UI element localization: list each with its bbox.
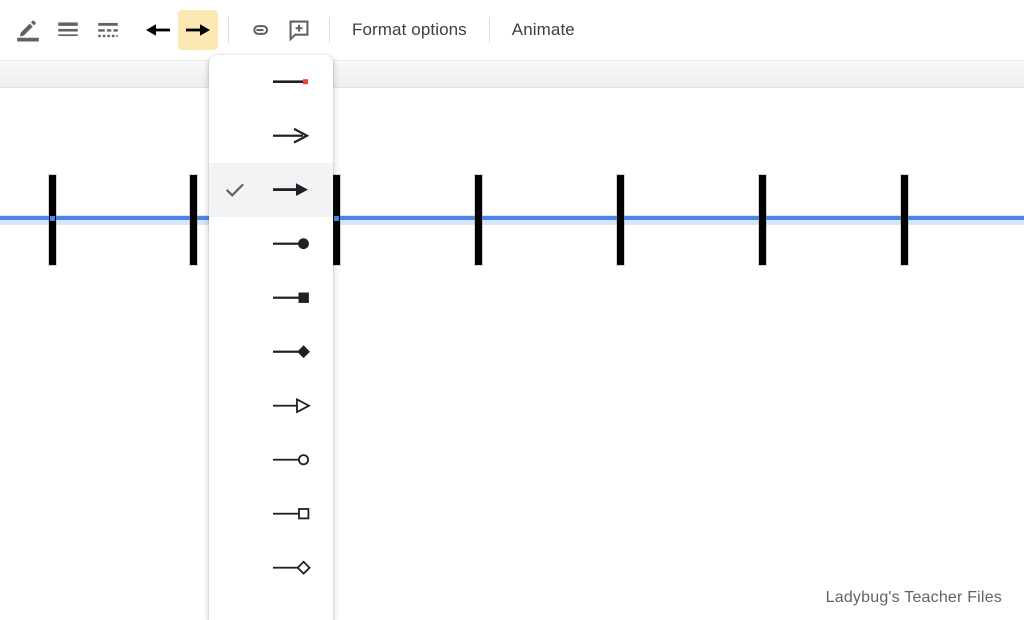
line-start-button[interactable] [138, 10, 178, 50]
menu-glyph-slot [261, 395, 333, 417]
menu-glyph-slot [261, 71, 333, 93]
ruler-strip[interactable] [0, 62, 1024, 88]
arrow-hollow-icon [273, 397, 311, 414]
menu-item-circle-filled[interactable] [209, 217, 333, 271]
menu-item-arrow-filled[interactable] [209, 163, 333, 217]
tick-mark[interactable] [190, 175, 197, 265]
menu-item-diamond-filled[interactable] [209, 325, 333, 379]
line-end-dropdown-menu[interactable] [209, 55, 333, 620]
border-dash-icon [98, 22, 118, 38]
add-comment-button[interactable] [279, 10, 319, 50]
comment-plus-icon [289, 20, 309, 42]
border-weight-button[interactable] [48, 10, 88, 50]
line-handle[interactable] [334, 216, 339, 221]
line-end-icon [186, 24, 210, 36]
line-none-icon [273, 79, 308, 85]
circle-hollow-icon [273, 454, 309, 466]
menu-glyph-slot [261, 233, 333, 255]
line-end-button[interactable] [178, 10, 218, 50]
drawing-toolbar: Format options Animate [0, 0, 1024, 61]
border-dash-button[interactable] [88, 10, 128, 50]
square-filled-icon [273, 292, 309, 303]
format-options-button[interactable]: Format options [340, 13, 479, 47]
slide-canvas[interactable]: Ladybug's Teacher Files [0, 89, 1024, 615]
insert-link-button[interactable] [239, 10, 279, 50]
menu-item-none[interactable] [209, 55, 333, 109]
menu-glyph-slot [261, 503, 333, 525]
tick-mark[interactable] [901, 175, 908, 265]
arrow-open-icon [273, 127, 310, 144]
menu-glyph-slot [261, 449, 333, 471]
link-icon [253, 25, 269, 35]
circle-filled-icon [273, 238, 309, 250]
line-handle[interactable] [50, 216, 55, 221]
border-color-icon [17, 20, 39, 42]
menu-glyph-slot [261, 341, 333, 363]
menu-glyph-slot [261, 557, 333, 579]
checkmark-icon [225, 183, 244, 197]
tick-mark[interactable] [759, 175, 766, 265]
menu-item-diamond-hollow[interactable] [209, 541, 333, 595]
border-weight-icon [58, 22, 78, 37]
menu-item-square-filled[interactable] [209, 271, 333, 325]
tick-mark[interactable] [617, 175, 624, 265]
diamond-filled-icon [273, 345, 310, 359]
toolbar-divider-2 [329, 17, 330, 43]
menu-item-arrow-open[interactable] [209, 109, 333, 163]
toolbar-divider-1 [228, 17, 229, 43]
menu-glyph-slot [261, 287, 333, 309]
border-color-button[interactable] [8, 10, 48, 50]
timeline-line[interactable] [0, 216, 1024, 220]
menu-glyph-slot [261, 179, 333, 201]
toolbar-divider-3 [488, 17, 490, 43]
menu-item-square-hollow[interactable] [209, 487, 333, 541]
watermark-text: Ladybug's Teacher Files [825, 589, 1002, 606]
tick-mark[interactable] [475, 175, 482, 265]
arrow-filled-icon [273, 183, 308, 196]
animate-button[interactable]: Animate [500, 13, 587, 47]
menu-glyph-slot [261, 125, 333, 147]
menu-item-arrow-hollow[interactable] [209, 379, 333, 433]
menu-check-slot [209, 178, 261, 202]
square-hollow-icon [273, 508, 310, 520]
menu-item-circle-hollow[interactable] [209, 433, 333, 487]
line-start-icon [146, 24, 170, 36]
diamond-hollow-icon [273, 560, 311, 575]
